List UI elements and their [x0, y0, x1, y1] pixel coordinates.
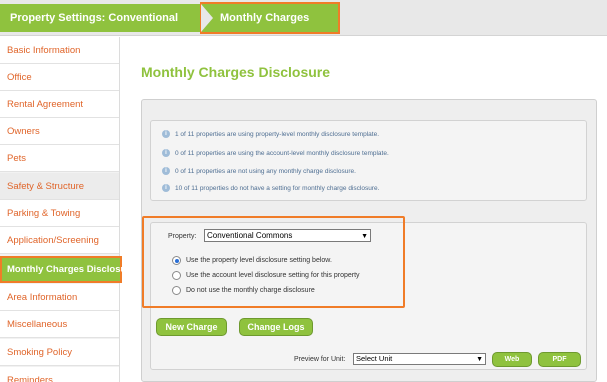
- preview-for-unit-label: Preview for Unit:: [294, 356, 346, 363]
- sidebar-item-smoking-policy[interactable]: Smoking Policy: [0, 339, 119, 366]
- radio-do-not-use[interactable]: [172, 286, 181, 295]
- sidebar-item-miscellaneous[interactable]: Miscellaneous: [0, 311, 119, 338]
- info-icon: i: [162, 130, 170, 138]
- sidebar-item-parking-towing[interactable]: Parking & Towing: [0, 200, 119, 227]
- sidebar-item-pets[interactable]: Pets: [0, 145, 119, 172]
- sidebar-item-basic-information[interactable]: Basic Information: [0, 37, 119, 64]
- sidebar-item-monthly-charges-disclosure[interactable]: Monthly Charges Disclosure: [0, 256, 135, 283]
- property-select-value: Conventional Commons: [207, 231, 293, 240]
- pdf-preview-button[interactable]: PDF: [538, 352, 581, 367]
- sidebar-item-safety-structure[interactable]: Safety & Structure: [0, 173, 119, 200]
- info-line: 1 of 11 properties are using property-le…: [175, 131, 380, 138]
- web-preview-button[interactable]: Web: [492, 352, 532, 367]
- info-line: 0 of 11 properties are not using any mon…: [175, 168, 356, 175]
- chevron-down-icon: ▼: [361, 233, 368, 240]
- change-logs-button[interactable]: Change Logs: [239, 318, 313, 336]
- property-label: Property:: [168, 233, 197, 240]
- breadcrumb-property-settings[interactable]: Property Settings: Conventional Commons: [0, 4, 212, 52]
- info-icon: i: [162, 167, 170, 175]
- unit-select[interactable]: Select Unit ▼: [353, 353, 486, 365]
- radio-property-level-label: Use the property level disclosure settin…: [186, 257, 332, 264]
- sidebar-item-area-information[interactable]: Area Information: [0, 284, 119, 311]
- new-charge-button[interactable]: New Charge: [156, 318, 227, 336]
- sidebar-item-office[interactable]: Office: [0, 64, 119, 91]
- sidebar-item-rental-agreement[interactable]: Rental Agreement: [0, 91, 119, 118]
- info-line: 10 of 11 properties do not have a settin…: [175, 185, 380, 192]
- radio-property-level[interactable]: [172, 256, 181, 265]
- sidebar: Basic Information Office Rental Agreemen…: [0, 37, 135, 382]
- info-icon: i: [162, 184, 170, 192]
- radio-do-not-use-label: Do not use the monthly charge disclosure: [186, 287, 315, 294]
- radio-account-level-label: Use the account level disclosure setting…: [186, 272, 360, 279]
- chevron-down-icon: ▼: [476, 356, 483, 363]
- property-select[interactable]: Conventional Commons ▼: [204, 229, 371, 242]
- unit-select-value: Select Unit: [356, 354, 393, 363]
- breadcrumb-monthly-charges-disclosure[interactable]: Monthly Charges Disclosure: [200, 2, 340, 52]
- info-line: 0 of 11 properties are using the account…: [175, 150, 389, 157]
- sidebar-item-owners[interactable]: Owners: [0, 118, 119, 145]
- sidebar-item-application-screening[interactable]: Application/Screening: [0, 227, 119, 254]
- radio-account-level[interactable]: [172, 271, 181, 280]
- breadcrumb: Property Settings: Conventional Commons …: [0, 0, 607, 52]
- sidebar-item-reminders[interactable]: Reminders: [0, 367, 119, 382]
- page-title: Monthly Charges Disclosure: [141, 64, 331, 80]
- info-icon: i: [162, 149, 170, 157]
